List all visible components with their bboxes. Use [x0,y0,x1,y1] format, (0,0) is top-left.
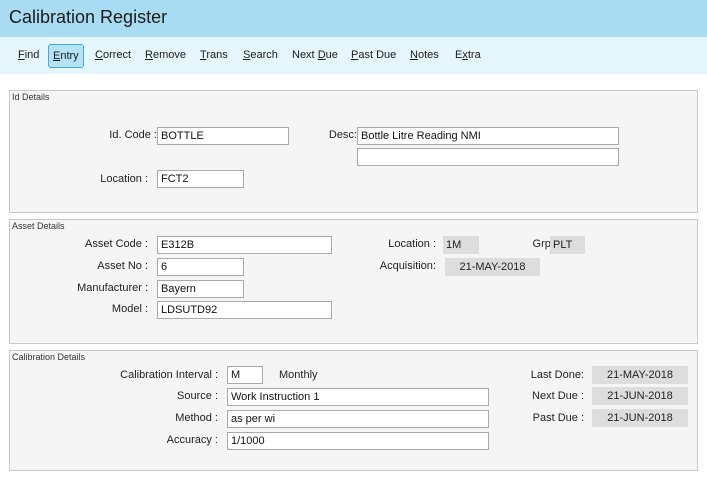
asset-location-label: Location : [388,238,436,250]
menu-past-due[interactable]: Past Due [347,44,400,68]
menu-remove-hotkey: R [145,49,153,61]
menu-bar: Find Entry Correct Remove Trans Search N… [0,37,707,74]
model-label: Model : [111,303,148,315]
menu-search-label: earch [250,49,278,61]
asset-location-value: 1M [443,236,479,254]
menu-next-due-label: ue [325,49,338,61]
menu-trans[interactable]: Trans [196,44,232,68]
title-bar: Calibration Register [0,0,707,37]
menu-entry-label: ntry [60,50,79,62]
model-field[interactable] [157,301,332,319]
source-field[interactable] [227,388,489,406]
menu-find[interactable]: Find [14,44,43,68]
calibration-interval-field[interactable] [227,366,263,384]
desc-field-line1[interactable] [357,127,619,145]
past-due-label: Past Due : [532,412,584,424]
menu-extra[interactable]: Extra [451,44,485,68]
last-done-label: Last Done: [530,369,584,381]
accuracy-field[interactable] [227,432,489,450]
menu-remove[interactable]: Remove [141,44,190,68]
menu-find-hotkey: F [18,49,25,61]
desc-label: Desc: [328,129,357,141]
asset-no-field[interactable] [157,258,244,276]
acquisition-value: 21-MAY-2018 [445,258,540,276]
menu-find-label: ind [24,49,40,61]
calibration-interval-desc: Monthly [279,369,318,381]
menu-correct-label: orrect [102,49,132,61]
calibration-details-title: Calibration Details [12,352,86,362]
calibration-details-section: Calibration Details Calibration Interval… [9,350,698,471]
menu-next-due[interactable]: Next Due [288,44,342,68]
asset-code-field[interactable] [157,236,332,254]
manufacturer-field[interactable] [157,280,244,298]
grp-value: PLT [550,236,585,254]
menu-extra-label: tra [467,49,481,61]
next-due-label: Next Due : [532,390,584,402]
id-code-field[interactable] [157,127,289,145]
menu-correct[interactable]: Correct [91,44,135,68]
menu-entry[interactable]: Entry [48,44,84,68]
id-location-label: Location : [100,173,148,185]
menu-notes[interactable]: Notes [406,44,443,68]
menu-notes-hotkey: N [410,49,418,61]
acquisition-label: Acquisition: [379,260,436,272]
accuracy-label: Accuracy : [166,434,218,446]
asset-details-title: Asset Details [12,221,65,231]
asset-details-section: Asset Details Asset Code : Asset No : Ma… [9,219,698,344]
menu-remove-label: emove [152,49,186,61]
asset-code-label: Asset Code : [85,238,148,250]
id-details-title: Id Details [12,92,50,102]
method-field[interactable] [227,410,489,428]
next-due-value: 21-JUN-2018 [592,387,688,405]
menu-next-due-label-pre: Next [292,49,318,61]
id-code-label: Id. Code : [109,129,157,141]
menu-notes-label: otes [417,49,439,61]
past-due-value: 21-JUN-2018 [592,409,688,427]
calibration-interval-label: Calibration Interval : [120,369,218,381]
source-label: Source : [177,390,218,402]
menu-next-due-hotkey: D [317,49,326,61]
method-label: Method : [175,412,218,424]
id-details-section: Id Details Id. Code : Desc: Location : [9,90,698,213]
desc-field-line2[interactable] [357,148,619,166]
menu-search[interactable]: Search [239,44,282,68]
asset-no-label: Asset No : [97,260,148,272]
id-location-field[interactable] [157,170,244,188]
menu-trans-label: rans [206,49,228,61]
manufacturer-label: Manufacturer : [77,282,148,294]
menu-correct-hotkey: C [95,49,103,61]
window-title: Calibration Register [9,7,168,27]
menu-past-due-label: ast Due [358,49,397,61]
last-done-value: 21-MAY-2018 [592,366,688,384]
